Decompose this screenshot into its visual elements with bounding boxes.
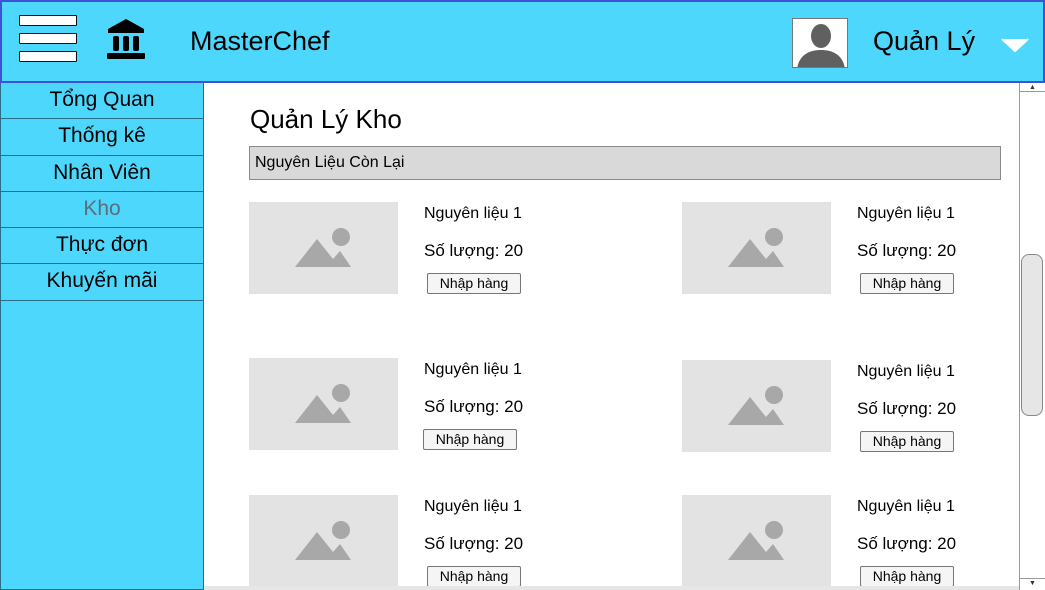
image-placeholder-icon <box>249 495 398 587</box>
inventory-card: Nguyên liệu 1 Số lượng: 20 Nhập hàng <box>249 358 609 458</box>
inventory-card: Nguyên liệu 1 Số lượng: 20 Nhập hàng <box>249 495 609 590</box>
sidebar-nav: Tổng Quan Thống kê Nhân Viên Kho Thực đơ… <box>0 83 204 590</box>
item-quantity: Số lượng: 20 <box>857 399 957 418</box>
sidebar-item-thuc-don[interactable]: Thực đơn <box>1 228 203 265</box>
item-quantity: Số lượng: 20 <box>424 241 524 260</box>
sidebar-item-kho[interactable]: Kho <box>1 192 203 229</box>
hamburger-bar <box>19 15 77 26</box>
hamburger-menu-icon[interactable] <box>19 15 77 65</box>
inventory-card: Nguyên liệu 1 Số lượng: 20 Nhập hàng <box>682 495 1019 590</box>
inventory-card: Nguyên liệu 1 Số lượng: 20 Nhập hàng <box>249 202 609 302</box>
item-quantity: Số lượng: 20 <box>424 397 524 416</box>
restock-button[interactable]: Nhập hàng <box>860 431 954 452</box>
sidebar-item-tong-quan[interactable]: Tổng Quan <box>1 83 203 120</box>
user-name[interactable]: Quản Lý <box>873 26 975 57</box>
item-name: Nguyên liệu 1 <box>424 205 522 222</box>
horizontal-scroll-track <box>204 586 1019 590</box>
page-title: Quản Lý Kho <box>250 104 402 134</box>
restock-button[interactable]: Nhập hàng <box>427 273 521 294</box>
app-title: MasterChef <box>190 26 330 56</box>
restock-button[interactable]: Nhập hàng <box>860 566 954 587</box>
scroll-thumb[interactable] <box>1021 254 1043 416</box>
restock-button[interactable]: Nhập hàng <box>423 429 517 450</box>
item-name: Nguyên liệu 1 <box>424 498 522 515</box>
hamburger-bar <box>19 51 77 62</box>
item-name: Nguyên liệu 1 <box>857 363 955 380</box>
scroll-up-arrow-icon[interactable]: ▲ <box>1020 83 1045 92</box>
item-quantity: Số lượng: 20 <box>424 534 524 553</box>
image-placeholder-icon <box>249 358 398 450</box>
sidebar-item-nhan-vien[interactable]: Nhân Viên <box>1 156 203 192</box>
top-header: MasterChef Quản Lý <box>0 0 1045 83</box>
item-name: Nguyên liệu 1 <box>424 361 522 378</box>
image-placeholder-icon <box>682 202 831 294</box>
image-placeholder-icon <box>249 202 398 294</box>
hamburger-bar <box>19 33 77 44</box>
bank-building-icon <box>107 19 145 59</box>
section-header: Nguyên Liệu Còn Lại <box>249 146 1001 180</box>
image-placeholder-icon <box>682 495 831 587</box>
vertical-scrollbar[interactable]: ▲ ▼ <box>1019 83 1045 590</box>
item-name: Nguyên liệu 1 <box>857 498 955 515</box>
item-quantity: Số lượng: 20 <box>857 241 957 260</box>
chevron-down-icon[interactable] <box>1000 36 1030 54</box>
item-quantity: Số lượng: 20 <box>857 534 957 553</box>
restock-button[interactable]: Nhập hàng <box>860 273 954 294</box>
sidebar-item-khuyen-mai[interactable]: Khuyến mãi <box>1 264 203 301</box>
inventory-card: Nguyên liệu 1 Số lượng: 20 Nhập hàng <box>682 202 1019 302</box>
item-name: Nguyên liệu 1 <box>857 205 955 222</box>
inventory-card: Nguyên liệu 1 Số lượng: 20 Nhập hàng <box>682 360 1019 460</box>
main-content: Quản Lý Kho Nguyên Liệu Còn Lại Nguyên l… <box>204 83 1019 590</box>
restock-button[interactable]: Nhập hàng <box>427 566 521 587</box>
scroll-down-arrow-icon[interactable]: ▼ <box>1020 578 1045 587</box>
user-avatar-icon[interactable] <box>792 18 848 68</box>
sidebar-item-thong-ke[interactable]: Thống kê <box>1 119 203 156</box>
image-placeholder-icon <box>682 360 831 452</box>
